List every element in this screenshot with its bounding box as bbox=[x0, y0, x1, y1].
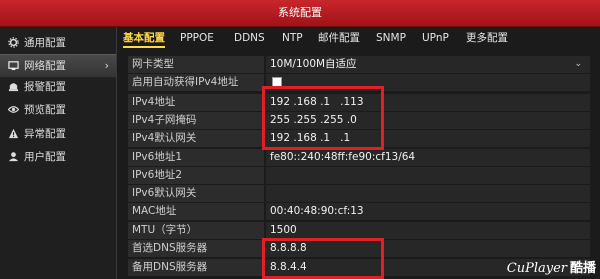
dns-primary-row: 首选DNS服务器 8.8.8.8 bbox=[128, 240, 590, 258]
dns-secondary-label: 备用DNS服务器 bbox=[128, 259, 264, 276]
eye-icon bbox=[8, 106, 19, 113]
sidebar-item-network[interactable]: 网络配置 › bbox=[0, 54, 116, 78]
sidebar-item-alarm[interactable]: 报警配置 bbox=[0, 76, 116, 98]
ipv6-address1-row: IPv6地址1 fe80::240:48ff:fe90:cf13/64 bbox=[128, 149, 590, 167]
ipv6-address1-value: fe80::240:48ff:fe90:cf13/64 bbox=[266, 149, 590, 166]
ipv4-address-label: IPv4地址 bbox=[128, 94, 264, 111]
ipv6-gateway-label: IPv6默认网关 bbox=[128, 185, 264, 202]
nic-type-row: 网卡类型 10M/100M自适应 ⌄ bbox=[128, 56, 590, 74]
nic-type-select[interactable]: 10M/100M自适应 ⌄ bbox=[266, 56, 590, 73]
tab-more[interactable]: 更多配置 bbox=[466, 28, 508, 48]
gear-icon bbox=[8, 37, 19, 48]
dns-primary-value: 8.8.8.8 bbox=[270, 242, 307, 254]
sidebar-item-user[interactable]: 用户配置 bbox=[0, 146, 116, 168]
dns-primary-label: 首选DNS服务器 bbox=[128, 240, 264, 257]
ipv4-mask-value: 255 .255 .255 .0 bbox=[270, 114, 357, 126]
sidebar-item-general[interactable]: 通用配置 bbox=[0, 32, 116, 54]
ipv6-gateway-row: IPv6默认网关 bbox=[128, 185, 590, 203]
tab-ntp[interactable]: NTP bbox=[282, 28, 303, 48]
alarm-icon bbox=[8, 83, 19, 92]
ipv4-address-value: 192 .168 .1 .113 bbox=[270, 96, 364, 108]
watermark-text: CuPlayer bbox=[506, 261, 567, 276]
sidebar: 通用配置 网络配置 › 报警配置 预览配置 异常配置 用户配置 bbox=[0, 27, 117, 279]
mtu-field[interactable]: 1500 bbox=[266, 222, 590, 239]
ipv6-address2-label: IPv6地址2 bbox=[128, 167, 264, 184]
ipv4-mask-row: IPv4子网掩码 255 .255 .255 .0 bbox=[128, 112, 590, 130]
warning-icon bbox=[8, 128, 19, 139]
sidebar-item-label: 预览配置 bbox=[24, 104, 66, 116]
mac-row: MAC地址 00:40:48:90:cf:13 bbox=[128, 203, 590, 221]
ipv6-address2-row: IPv6地址2 bbox=[128, 167, 590, 185]
mtu-value: 1500 bbox=[270, 224, 297, 236]
tab-ddns[interactable]: DDNS bbox=[234, 28, 265, 48]
chevron-down-icon: ⌄ bbox=[574, 59, 582, 69]
sidebar-item-label: 通用配置 bbox=[24, 37, 66, 49]
dhcp-checkbox[interactable] bbox=[272, 77, 282, 87]
network-icon bbox=[8, 61, 19, 71]
ipv4-gateway-label: IPv4默认网关 bbox=[128, 130, 264, 147]
ipv6-address2-value bbox=[266, 167, 590, 184]
sidebar-item-label: 异常配置 bbox=[24, 128, 66, 140]
tab-snmp[interactable]: SNMP bbox=[376, 28, 406, 48]
dhcp-label: 启用自动获得IPv4地址 bbox=[128, 74, 264, 91]
watermark-cn: 酷播 bbox=[569, 261, 596, 276]
ipv4-mask-field[interactable]: 255 .255 .255 .0 bbox=[266, 112, 590, 129]
ipv4-mask-label: IPv4子网掩码 bbox=[128, 112, 264, 129]
nic-type-value: 10M/100M自适应 bbox=[270, 58, 357, 70]
sidebar-item-label: 报警配置 bbox=[24, 81, 66, 93]
tab-bar: 基本配置 PPPOE DDNS NTP 邮件配置 SNMP UPnP 更多配置 bbox=[117, 28, 600, 48]
tab-pppoe[interactable]: PPPOE bbox=[180, 28, 214, 48]
ipv4-gateway-row: IPv4默认网关 192 .168 .1 .1 bbox=[128, 130, 590, 148]
dns-secondary-value: 8.8.4.4 bbox=[270, 261, 307, 273]
mtu-label: MTU（字节） bbox=[128, 222, 264, 239]
ipv6-gateway-value bbox=[266, 185, 590, 202]
window-title: 系统配置 bbox=[278, 6, 322, 19]
mac-value: 00:40:48:90:cf:13 bbox=[266, 203, 590, 220]
nic-type-label: 网卡类型 bbox=[128, 56, 264, 73]
window-title-bar: 系统配置 bbox=[0, 0, 600, 27]
ipv4-address-field[interactable]: 192 .168 .1 .113 bbox=[266, 94, 590, 111]
ipv4-gateway-value: 192 .168 .1 .1 bbox=[270, 132, 351, 144]
tab-basic[interactable]: 基本配置 bbox=[123, 28, 165, 48]
sidebar-item-label: 用户配置 bbox=[24, 151, 66, 163]
tab-email[interactable]: 邮件配置 bbox=[318, 28, 360, 48]
sidebar-item-preview[interactable]: 预览配置 bbox=[0, 99, 116, 121]
ipv4-gateway-field[interactable]: 192 .168 .1 .1 bbox=[266, 130, 590, 147]
ipv6-address1-label: IPv6地址1 bbox=[128, 149, 264, 166]
sidebar-item-label: 网络配置 bbox=[24, 60, 66, 72]
ipv4-address-row: IPv4地址 192 .168 .1 .113 bbox=[128, 94, 590, 112]
mac-label: MAC地址 bbox=[128, 203, 264, 220]
dhcp-cell bbox=[266, 74, 590, 91]
dns-primary-field[interactable]: 8.8.8.8 bbox=[266, 240, 590, 257]
dhcp-row: 启用自动获得IPv4地址 bbox=[128, 74, 590, 92]
user-icon bbox=[8, 152, 19, 162]
chevron-right-icon: › bbox=[104, 59, 109, 72]
tab-upnp[interactable]: UPnP bbox=[422, 28, 449, 48]
mtu-row: MTU（字节） 1500 bbox=[128, 222, 590, 240]
watermark-logo: CuPlayer 酷播 bbox=[507, 257, 596, 276]
sidebar-item-exception[interactable]: 异常配置 bbox=[0, 123, 116, 145]
